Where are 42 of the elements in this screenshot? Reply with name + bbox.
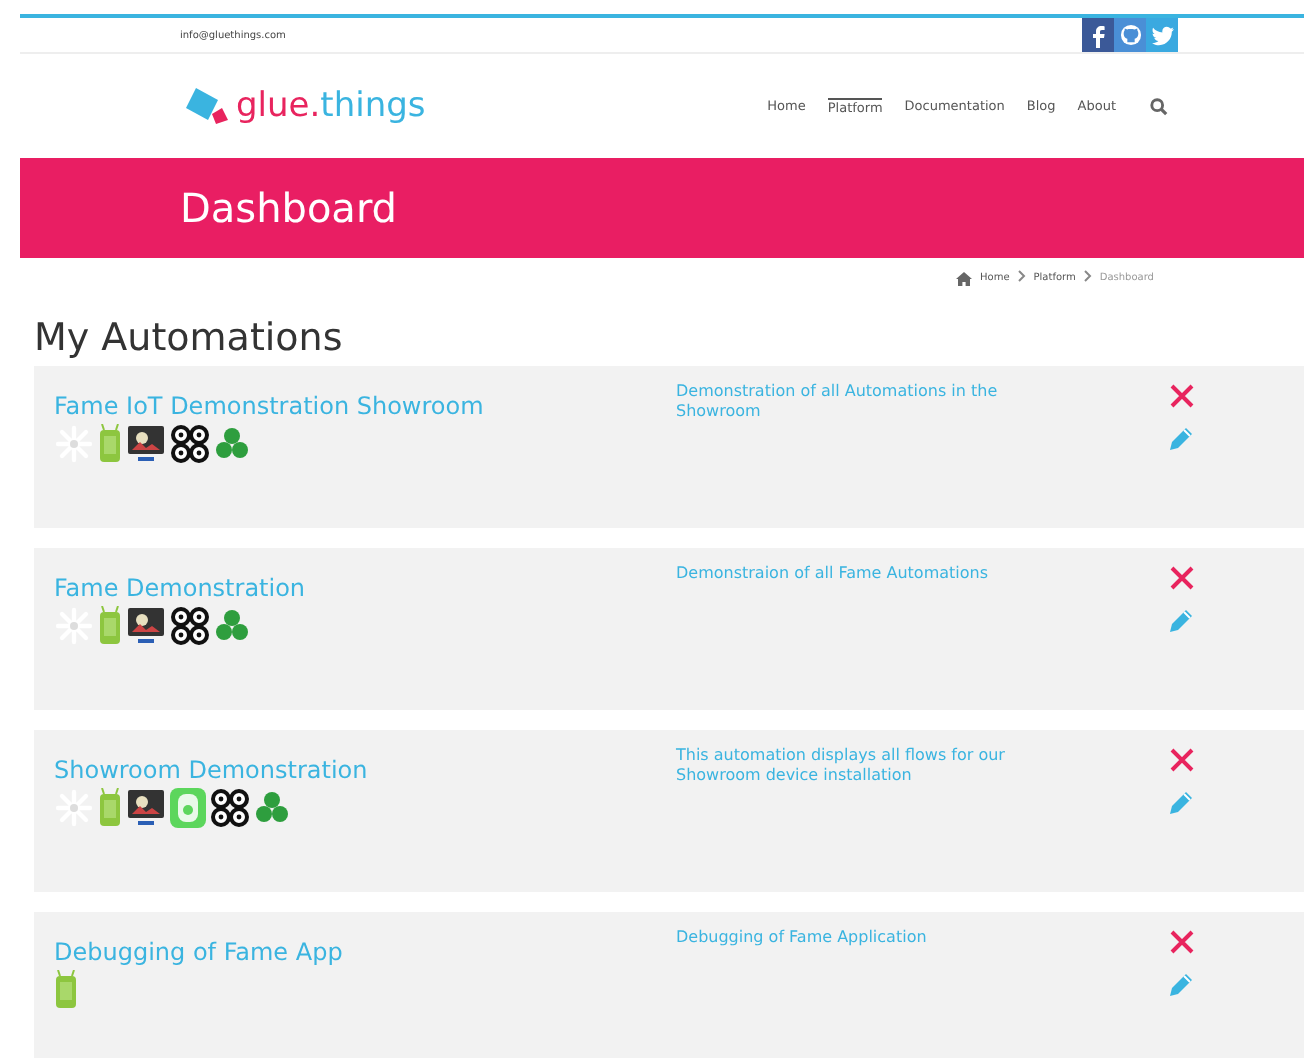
delete-icon[interactable] (1169, 748, 1193, 772)
chevron-icon (1017, 270, 1026, 286)
monitor-icon (126, 606, 166, 646)
android-phone-icon (98, 788, 122, 828)
f-letter-icon (1088, 23, 1108, 47)
drone-icon (210, 788, 250, 828)
automation-description: Demonstraion of all Fame Automations (676, 562, 990, 586)
hexagons-icon (254, 790, 290, 826)
automation-description: This automation displays all flows for our Showroom device installation (676, 744, 1007, 788)
automation-description: Debugging of Fame Application (676, 926, 929, 950)
logo-text: glue.things (236, 86, 426, 126)
sparkle-icon (54, 424, 94, 464)
pencil-icon[interactable] (1168, 608, 1194, 634)
social-button[interactable] (1082, 18, 1114, 52)
section-heading: My Automations (34, 316, 345, 360)
home-icon (956, 271, 972, 285)
monitor-icon (126, 424, 166, 464)
android-phone-icon (98, 424, 122, 464)
pencil-icon[interactable] (1168, 972, 1194, 998)
search-icon[interactable] (1150, 97, 1168, 115)
hexagons-icon (214, 608, 250, 644)
hexagons-icon (214, 426, 250, 462)
drone-icon (170, 424, 210, 464)
chevron-icon (1083, 270, 1092, 286)
delete-icon[interactable] (1169, 930, 1193, 954)
delete-icon[interactable] (1169, 384, 1193, 408)
social-button[interactable] (1114, 18, 1146, 52)
drone-icon (170, 606, 210, 646)
sparkle-icon (54, 788, 94, 828)
android-phone-icon (98, 606, 122, 646)
monitor-icon (126, 788, 166, 828)
android-phone-icon (54, 970, 78, 1010)
plug-icon (170, 788, 206, 828)
pencil-icon[interactable] (1168, 426, 1194, 452)
logo-icon (184, 84, 232, 128)
bird-icon (1151, 25, 1173, 45)
pencil-icon[interactable] (1168, 790, 1194, 816)
automation-description: Demonstration of all Automations in the Showroom (676, 380, 1000, 424)
page-title: Dashboard (180, 184, 398, 232)
sparkle-icon (54, 606, 94, 646)
cat-icon (1119, 24, 1141, 46)
delete-icon[interactable] (1169, 566, 1193, 590)
